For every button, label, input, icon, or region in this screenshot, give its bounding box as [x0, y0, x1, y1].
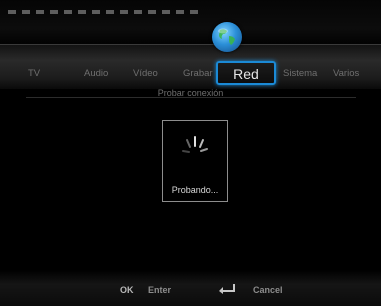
loading-spinner-icon: [173, 131, 217, 171]
tab-varios[interactable]: Varios: [333, 68, 359, 79]
network-globe-icon: [212, 22, 242, 52]
tab-red[interactable]: Red: [216, 61, 276, 85]
tab-tv[interactable]: TV: [28, 68, 40, 79]
dialog-status-text: Probando...: [171, 185, 219, 195]
top-bar: [0, 0, 381, 48]
tab-sistema[interactable]: Sistema: [283, 68, 317, 79]
ok-key-hint[interactable]: OK: [120, 285, 134, 295]
tab-grabar[interactable]: Grabar: [183, 68, 213, 79]
tab-video[interactable]: Vídeo: [133, 68, 158, 79]
title-placeholder-dashes: [8, 10, 198, 14]
enter-hint-label: Enter: [148, 285, 172, 295]
section-divider: [26, 97, 356, 98]
main-menu-bar: TV Audio Vídeo Grabar Red Sistema Varios: [0, 44, 381, 89]
connection-test-dialog: Probando...: [162, 120, 228, 202]
cancel-hint-label: Cancel: [253, 285, 283, 295]
tab-audio[interactable]: Audio: [84, 68, 108, 79]
bottom-hint-bar: [0, 270, 381, 306]
return-arrow-icon[interactable]: [218, 282, 238, 294]
